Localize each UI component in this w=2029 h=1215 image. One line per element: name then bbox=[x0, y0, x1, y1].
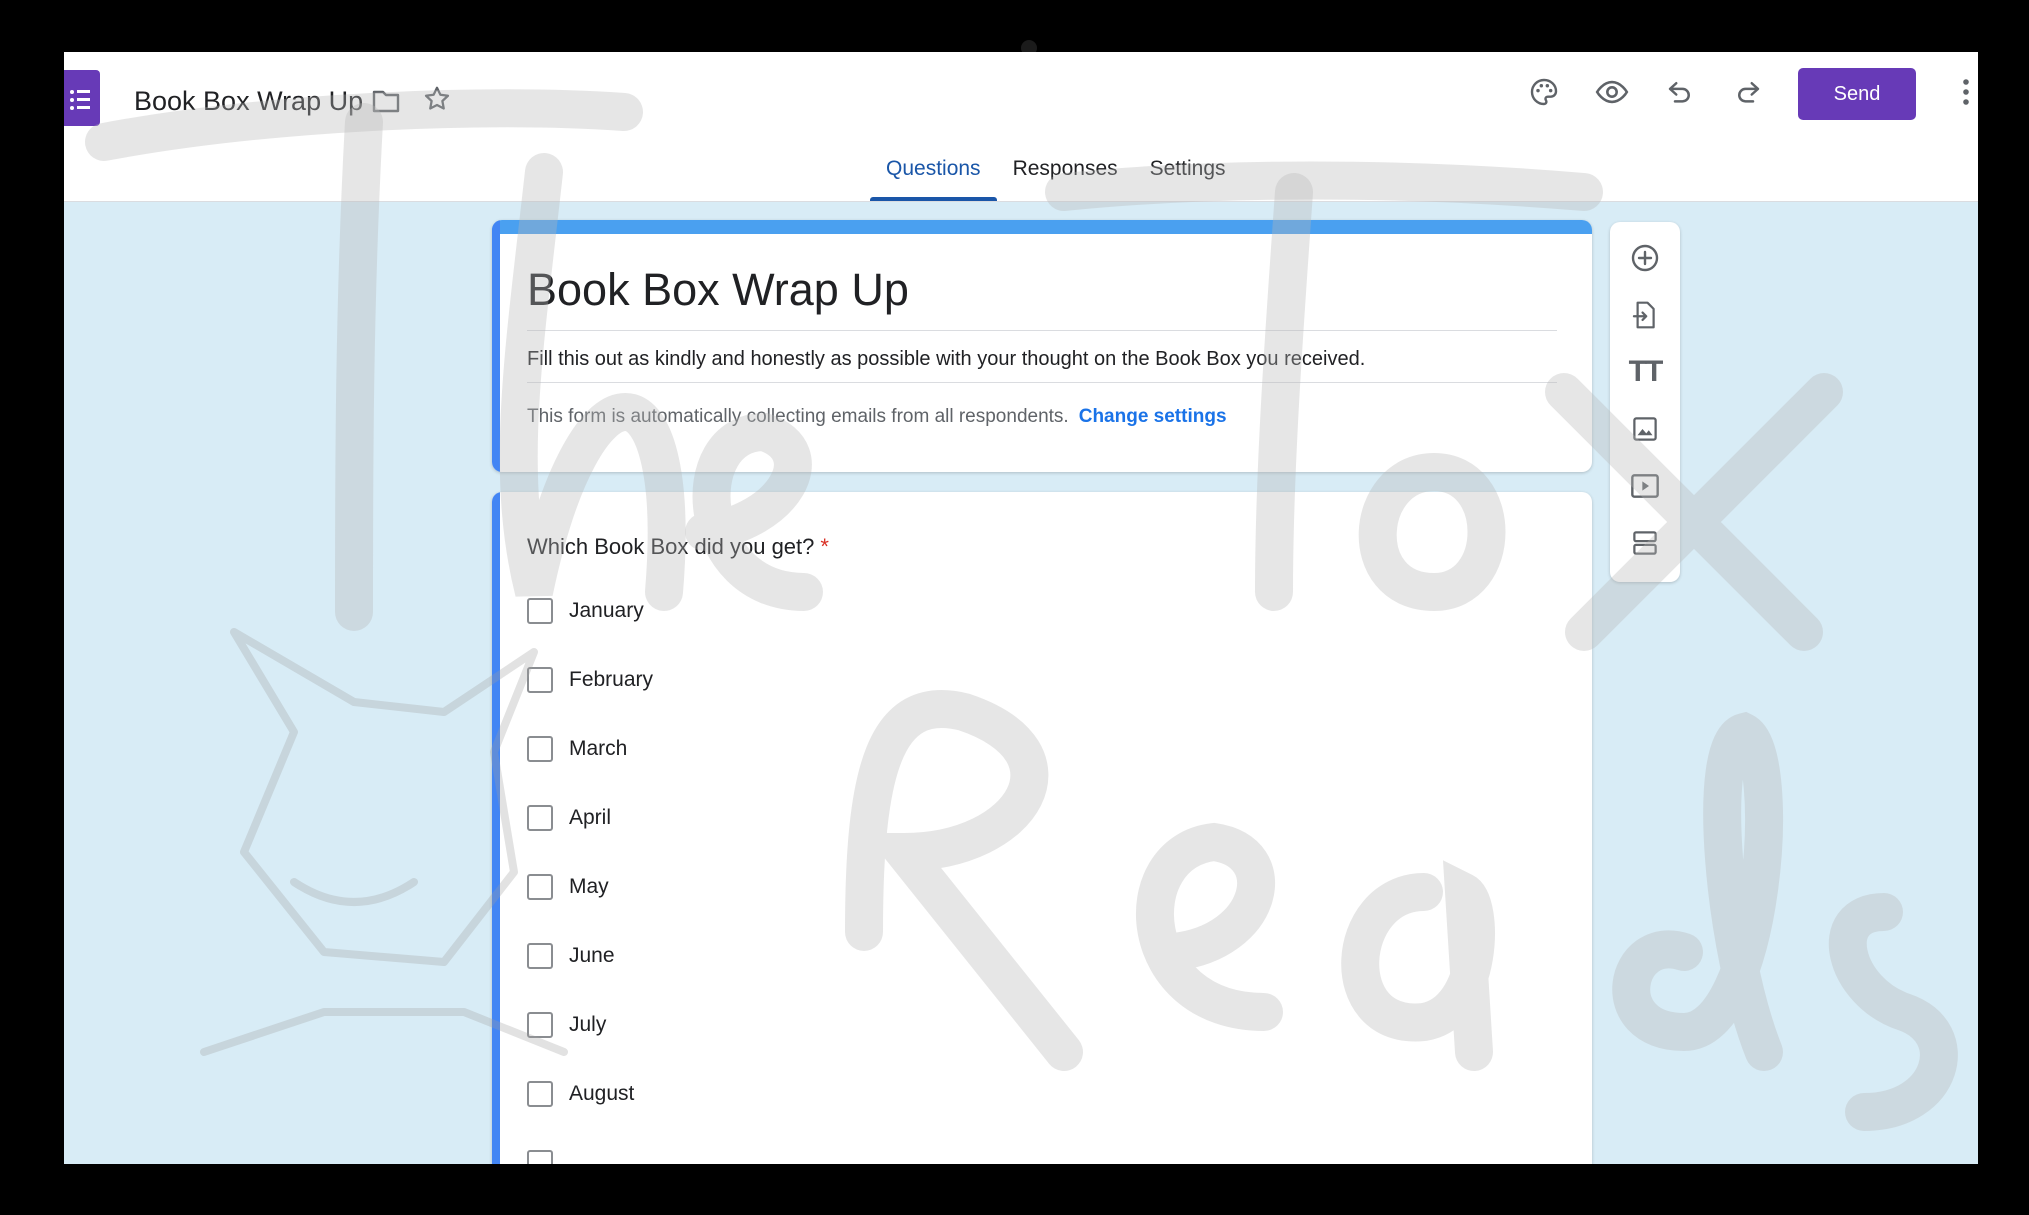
form-title-card[interactable]: Book Box Wrap Up Fill this out as kindly… bbox=[492, 220, 1592, 472]
doc-title[interactable]: Book Box Wrap Up bbox=[134, 86, 363, 117]
question-title[interactable]: Which Book Box did you get? * bbox=[527, 534, 829, 560]
option-label: January bbox=[569, 599, 644, 622]
option-label: April bbox=[569, 806, 612, 829]
option-row[interactable]: August bbox=[527, 1081, 634, 1107]
checkbox[interactable] bbox=[527, 1081, 553, 1107]
option-row[interactable]: March bbox=[527, 736, 627, 762]
email-note-text: This form is automatically collecting em… bbox=[527, 406, 1069, 427]
screen: Book Box Wrap Up Send Questions Response… bbox=[64, 52, 1978, 1164]
checkbox[interactable] bbox=[527, 1150, 553, 1164]
forms-app-icon[interactable] bbox=[64, 70, 100, 126]
tab-settings[interactable]: Settings bbox=[1134, 157, 1242, 201]
option-label: June bbox=[569, 944, 615, 967]
star-icon[interactable] bbox=[420, 82, 454, 116]
palette-icon[interactable] bbox=[1526, 74, 1562, 110]
add-title-icon[interactable]: TT bbox=[1610, 350, 1680, 394]
checkbox[interactable] bbox=[527, 805, 553, 831]
option-row[interactable]: May bbox=[527, 874, 609, 900]
description-divider bbox=[527, 382, 1557, 383]
checkbox[interactable] bbox=[527, 874, 553, 900]
option-row[interactable]: July bbox=[527, 1012, 606, 1038]
option-label: March bbox=[569, 737, 628, 760]
option-label: May bbox=[569, 875, 609, 898]
side-toolbar: TT bbox=[1610, 222, 1680, 582]
email-collection-note: This form is automatically collecting em… bbox=[527, 406, 1227, 428]
send-button[interactable]: Send bbox=[1798, 68, 1916, 120]
title-card-focus-bar bbox=[492, 220, 500, 472]
redo-icon[interactable] bbox=[1730, 74, 1766, 110]
add-video-icon[interactable] bbox=[1610, 464, 1680, 508]
add-title-icon-text: TT bbox=[1628, 355, 1664, 388]
option-row[interactable]: February bbox=[527, 667, 653, 693]
required-marker: * bbox=[820, 534, 829, 559]
option-label: July bbox=[569, 1013, 607, 1036]
add-image-icon[interactable] bbox=[1610, 407, 1680, 451]
title-divider bbox=[527, 330, 1557, 331]
import-questions-icon[interactable] bbox=[1610, 293, 1680, 337]
add-section-icon[interactable] bbox=[1610, 521, 1680, 565]
question-title-text: Which Book Box did you get? bbox=[527, 534, 815, 559]
change-settings-link[interactable]: Change settings bbox=[1079, 406, 1227, 427]
option-label: February bbox=[569, 668, 654, 691]
folder-icon[interactable] bbox=[369, 84, 403, 118]
option-row[interactable]: April bbox=[527, 805, 611, 831]
checkbox[interactable] bbox=[527, 667, 553, 693]
form-description[interactable]: Fill this out as kindly and honestly as … bbox=[527, 348, 1365, 371]
tab-questions[interactable]: Questions bbox=[870, 157, 997, 201]
add-question-icon[interactable] bbox=[1610, 236, 1680, 280]
tab-responses[interactable]: Responses bbox=[997, 157, 1134, 201]
checkbox[interactable] bbox=[527, 598, 553, 624]
more-vert-icon[interactable] bbox=[1954, 74, 1978, 110]
option-label: August bbox=[569, 1082, 635, 1105]
option-row[interactable]: January bbox=[527, 598, 644, 624]
question-card[interactable]: Which Book Box did you get? * January Feb… bbox=[492, 492, 1592, 1164]
checkbox[interactable] bbox=[527, 736, 553, 762]
title-card-accent-bar bbox=[492, 220, 1592, 234]
form-tabs: Questions Responses Settings bbox=[870, 157, 1242, 201]
checkbox[interactable] bbox=[527, 943, 553, 969]
question-card-focus-bar bbox=[492, 492, 500, 1164]
form-title[interactable]: Book Box Wrap Up bbox=[527, 264, 909, 316]
option-row-partial[interactable] bbox=[527, 1150, 553, 1164]
checkbox[interactable] bbox=[527, 1012, 553, 1038]
preview-eye-icon[interactable] bbox=[1594, 74, 1630, 110]
undo-icon[interactable] bbox=[1662, 74, 1698, 110]
app-header: Book Box Wrap Up Send Questions Response… bbox=[64, 52, 1978, 202]
option-row[interactable]: June bbox=[527, 943, 615, 969]
